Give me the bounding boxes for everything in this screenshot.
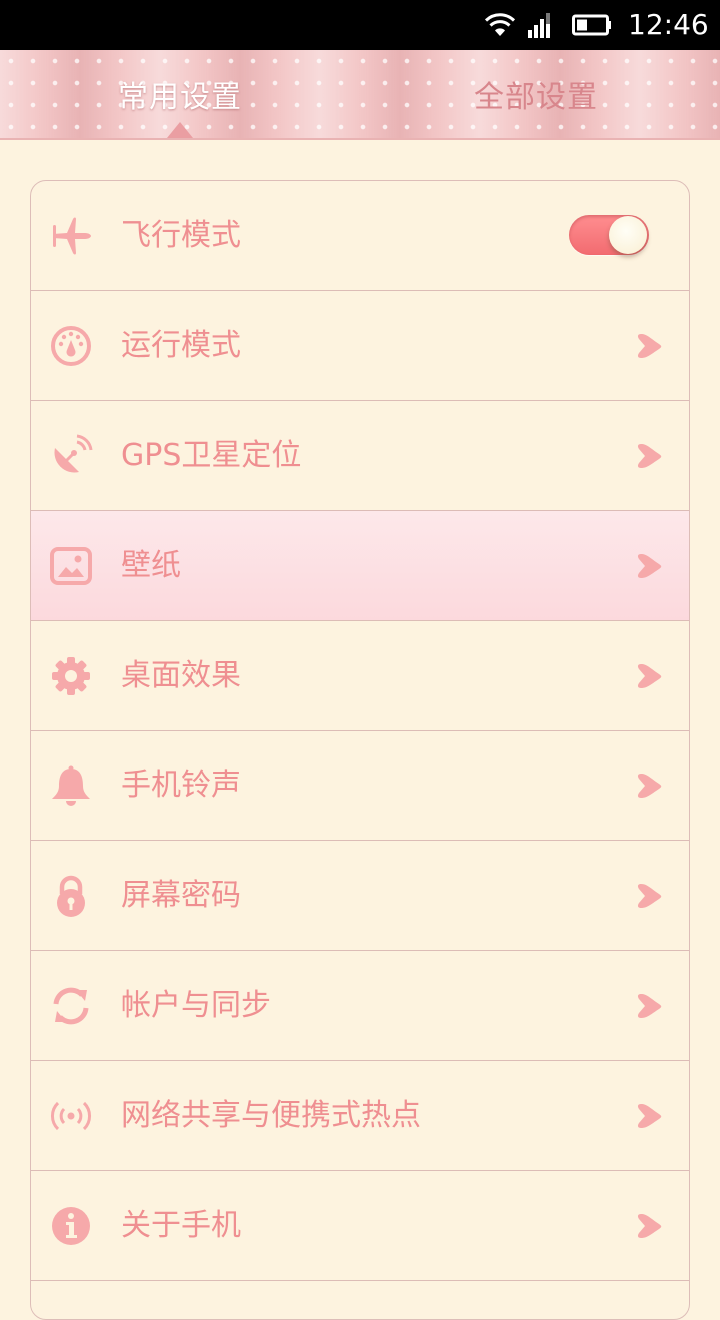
battery-icon <box>570 0 614 50</box>
settings-row-label: 飞行模式 <box>121 218 241 253</box>
settings-row-label: 屏幕密码 <box>121 878 241 913</box>
tab-bar: 常用设置 全部设置 <box>0 50 720 140</box>
lock-icon <box>49 874 93 918</box>
airplane-icon <box>49 214 93 258</box>
bell-icon <box>49 764 93 808</box>
settings-row-label: 手机铃声 <box>121 768 241 803</box>
settings-row-label: GPS卫星定位 <box>121 438 302 473</box>
settings-row-label: 壁纸 <box>121 548 181 583</box>
settings-row-label: 桌面效果 <box>121 658 241 693</box>
sync-icon <box>49 984 93 1028</box>
chevron-heart-icon <box>637 1214 662 1238</box>
active-tab-indicator <box>167 122 193 138</box>
settings-list: 飞行模式 运行模式 GPS卫星定位 壁纸 桌面效果 手机铃声 屏幕密码 帐户与同… <box>30 180 690 1320</box>
chevron-heart-icon <box>637 554 662 578</box>
settings-row-label: 帐户与同步 <box>121 988 271 1023</box>
wallpaper-icon <box>49 544 93 588</box>
settings-row-label: 网络共享与便携式热点 <box>121 1098 421 1133</box>
settings-row-run-mode[interactable]: 运行模式 <box>31 291 689 401</box>
chevron-heart-icon <box>637 1104 662 1128</box>
hotspot-icon <box>49 1094 93 1138</box>
toggle-knob <box>609 216 647 254</box>
settings-row-airplane-mode[interactable]: 飞行模式 <box>31 181 689 291</box>
signal-icon <box>525 0 555 50</box>
status-bar: 12:46 <box>0 0 720 50</box>
settings-row-tethering-hotspot[interactable]: 网络共享与便携式热点 <box>31 1061 689 1171</box>
settings-row-accounts-sync[interactable]: 帐户与同步 <box>31 951 689 1061</box>
settings-row-about-phone[interactable]: 关于手机 <box>31 1171 689 1281</box>
tab-all-settings[interactable]: 全部设置 <box>436 50 636 138</box>
speedometer-icon <box>49 324 93 368</box>
settings-row-label: 关于手机 <box>121 1208 241 1243</box>
settings-row-gps[interactable]: GPS卫星定位 <box>31 401 689 511</box>
chevron-heart-icon <box>637 994 662 1018</box>
chevron-heart-icon <box>637 884 662 908</box>
status-time: 12:46 <box>628 8 709 41</box>
airplane-mode-toggle[interactable] <box>569 215 649 255</box>
chevron-heart-icon <box>637 444 662 468</box>
info-icon <box>49 1204 93 1248</box>
chevron-heart-icon <box>637 664 662 688</box>
settings-row-screen-lock[interactable]: 屏幕密码 <box>31 841 689 951</box>
settings-row-desktop-effects[interactable]: 桌面效果 <box>31 621 689 731</box>
settings-row-wallpaper[interactable]: 壁纸 <box>31 511 689 621</box>
gear-icon <box>49 654 93 698</box>
settings-row-label: 运行模式 <box>121 328 241 363</box>
settings-row-ringtone[interactable]: 手机铃声 <box>31 731 689 841</box>
wifi-icon <box>480 0 520 50</box>
satellite-icon <box>49 434 93 478</box>
chevron-heart-icon <box>637 334 662 358</box>
chevron-heart-icon <box>637 774 662 798</box>
